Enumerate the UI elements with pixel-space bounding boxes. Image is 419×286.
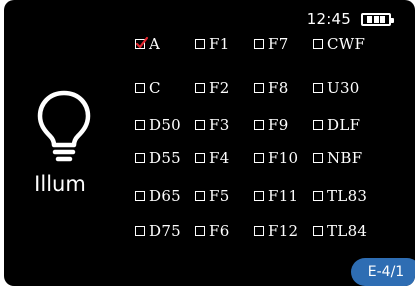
- checkbox-icon[interactable]: [254, 83, 264, 93]
- checkbox-icon[interactable]: [254, 191, 264, 201]
- checkbox-icon[interactable]: [313, 226, 323, 236]
- illuminant-label: CWF: [327, 35, 366, 53]
- illuminant-label: F8: [268, 79, 289, 97]
- clock: 12:45: [306, 10, 351, 28]
- lightbulb-icon: [37, 90, 91, 162]
- illuminant-label: F10: [268, 149, 299, 167]
- illuminant-label: D50: [149, 116, 182, 134]
- illuminant-label: A: [149, 35, 161, 53]
- illuminant-option-u30[interactable]: U30: [313, 78, 360, 98]
- checkbox-icon[interactable]: [313, 191, 323, 201]
- checkbox-icon[interactable]: [195, 191, 205, 201]
- illuminant-label: DLF: [327, 116, 361, 134]
- illuminant-label: F6: [209, 222, 230, 240]
- illuminant-option-f3[interactable]: F3: [195, 115, 230, 135]
- illuminant-option-f4[interactable]: F4: [195, 148, 230, 168]
- illuminant-option-f9[interactable]: F9: [254, 115, 289, 135]
- checkbox-checked-icon[interactable]: [135, 36, 149, 49]
- checkbox-icon[interactable]: [135, 153, 145, 163]
- page-indicator-badge: E-4/1: [351, 258, 415, 286]
- illuminant-label: F3: [209, 116, 230, 134]
- illuminant-label: TL84: [327, 222, 368, 240]
- illuminant-option-f10[interactable]: F10: [254, 148, 298, 168]
- checkbox-icon[interactable]: [254, 226, 264, 236]
- illuminant-label: C: [149, 79, 161, 97]
- illuminant-label: TL83: [327, 187, 368, 205]
- illuminant-label: F11: [268, 187, 299, 205]
- illuminant-option-a[interactable]: A: [135, 34, 160, 54]
- illuminant-option-f12[interactable]: F12: [254, 221, 298, 241]
- illuminant-label: D75: [149, 222, 182, 240]
- checkbox-icon[interactable]: [195, 226, 205, 236]
- checkbox-icon[interactable]: [135, 83, 145, 93]
- illuminant-option-f11[interactable]: F11: [254, 186, 298, 206]
- checkbox-icon[interactable]: [195, 39, 205, 49]
- checkbox-icon[interactable]: [254, 153, 264, 163]
- checkbox-icon[interactable]: [195, 120, 205, 130]
- illuminant-option-cwf[interactable]: CWF: [313, 34, 365, 54]
- checkbox-icon[interactable]: [313, 39, 323, 49]
- illuminant-option-f5[interactable]: F5: [195, 186, 230, 206]
- illuminant-option-tl84[interactable]: TL84: [313, 221, 367, 241]
- checkbox-icon[interactable]: [313, 83, 323, 93]
- illum-label: Illum: [34, 172, 86, 196]
- checkbox-icon[interactable]: [313, 153, 323, 163]
- illuminant-label: D65: [149, 187, 182, 205]
- illuminant-option-f7[interactable]: F7: [254, 34, 289, 54]
- illuminant-label: F1: [209, 35, 230, 53]
- illuminant-label: F4: [209, 149, 230, 167]
- illuminant-option-d65[interactable]: D65: [135, 186, 181, 206]
- checkbox-icon[interactable]: [254, 39, 264, 49]
- illuminant-label: F7: [268, 35, 289, 53]
- illuminant-label: NBF: [327, 149, 363, 167]
- illuminant-option-nbf[interactable]: NBF: [313, 148, 362, 168]
- checkbox-icon[interactable]: [254, 120, 264, 130]
- illuminant-label: F2: [209, 79, 230, 97]
- illuminant-option-dlf[interactable]: DLF: [313, 115, 360, 135]
- status-bar: 12:45: [306, 9, 394, 29]
- checkbox-icon[interactable]: [313, 120, 323, 130]
- illuminant-option-d75[interactable]: D75: [135, 221, 181, 241]
- illuminant-option-f8[interactable]: F8: [254, 78, 289, 98]
- checkbox-icon[interactable]: [195, 83, 205, 93]
- illuminant-label: F9: [268, 116, 289, 134]
- device-screen: 12:45 Illum A F1 F7 CWF C F2 F8 U30 D50 F3 F9 DLF D5…: [4, 0, 415, 286]
- illuminant-option-d50[interactable]: D50: [135, 115, 181, 135]
- illuminant-option-d55[interactable]: D55: [135, 148, 181, 168]
- checkbox-icon[interactable]: [135, 226, 145, 236]
- checkbox-icon[interactable]: [135, 120, 145, 130]
- battery-full-icon: [361, 12, 394, 26]
- check-mark-icon: [135, 36, 149, 49]
- illuminant-option-tl83[interactable]: TL83: [313, 186, 367, 206]
- illuminant-option-f2[interactable]: F2: [195, 78, 230, 98]
- checkbox-icon[interactable]: [195, 153, 205, 163]
- illuminant-label: D55: [149, 149, 182, 167]
- illum-menu-icon-panel: Illum: [4, 80, 124, 210]
- illuminant-option-f6[interactable]: F6: [195, 221, 230, 241]
- illuminant-option-f1[interactable]: F1: [195, 34, 230, 54]
- illuminant-label: F5: [209, 187, 230, 205]
- checkbox-icon[interactable]: [135, 191, 145, 201]
- illuminant-option-c[interactable]: C: [135, 78, 161, 98]
- illuminant-label: U30: [327, 79, 360, 97]
- illuminant-label: F12: [268, 222, 299, 240]
